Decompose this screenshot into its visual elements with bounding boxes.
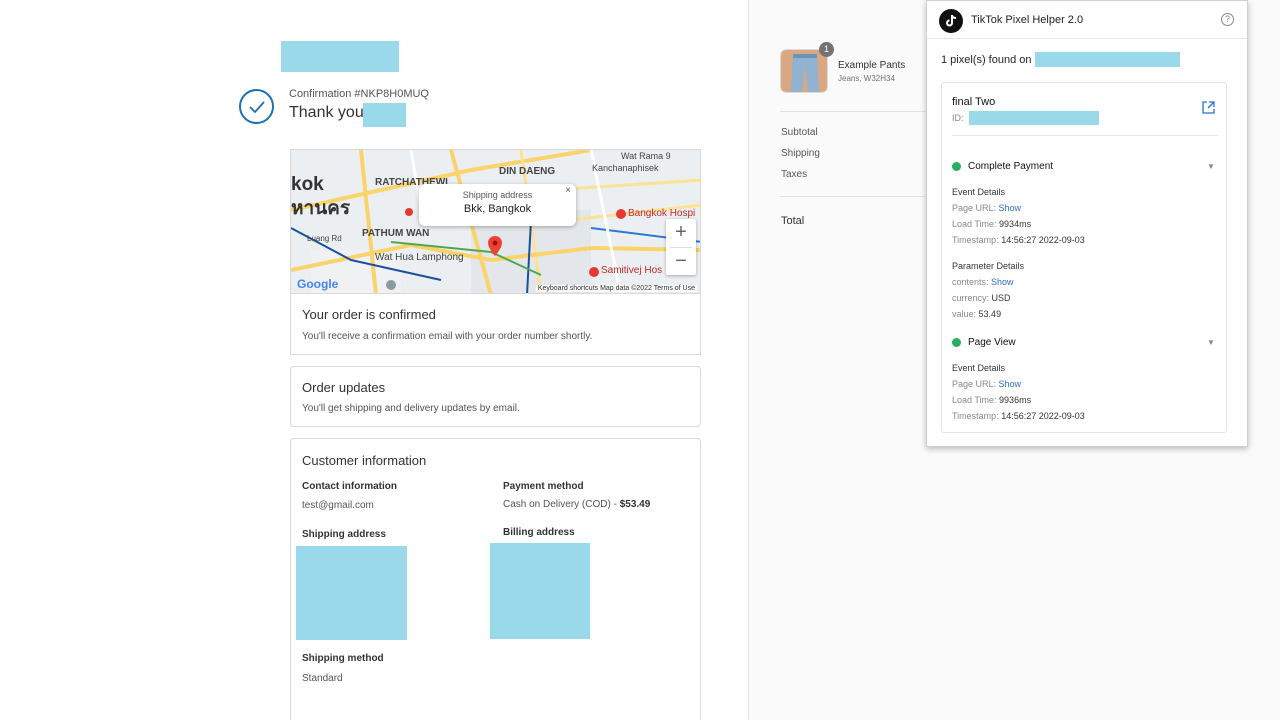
load-time-row: Load Time: 9934ms bbox=[952, 219, 1032, 229]
page-url-show-link[interactable]: Show bbox=[999, 203, 1022, 213]
timestamp-row: Timestamp: 14:56:27 2022-09-03 bbox=[952, 411, 1085, 421]
product-thumbnail bbox=[780, 49, 828, 93]
page-url-row: Page URL: Show bbox=[952, 203, 1022, 213]
product-variant: Jeans, W32H34 bbox=[838, 74, 895, 83]
map-label-din-daeng: DIN DAENG bbox=[499, 166, 556, 177]
product-name: Example Pants bbox=[838, 60, 906, 71]
site-url-redacted bbox=[1035, 52, 1180, 67]
zoom-out-button[interactable]: − bbox=[666, 248, 696, 276]
page-url-row: Page URL: Show bbox=[952, 379, 1022, 389]
load-time-row: Load Time: 9936ms bbox=[952, 395, 1032, 405]
shipping-address-label: Shipping address bbox=[302, 529, 386, 540]
map-label-kanchanaphisek: Kanchanaphisek bbox=[592, 163, 659, 173]
checkmark-icon bbox=[239, 89, 274, 124]
help-icon[interactable]: ? bbox=[1221, 13, 1234, 26]
confirmation-number: Confirmation #NKP8H0MUQ bbox=[289, 88, 429, 100]
thank-you-heading: Thank you bbox=[289, 104, 364, 121]
map-label-luang-rd: Luang Rd bbox=[307, 234, 342, 243]
payment-method-value: Cash on Delivery (COD) - $53.49 bbox=[503, 499, 651, 510]
payment-method-label: Payment method bbox=[503, 481, 584, 492]
currency-row: currency: USD bbox=[952, 293, 1011, 303]
timestamp-row: Timestamp: 14:56:27 2022-09-03 bbox=[952, 235, 1085, 245]
order-confirmed-card: Your order is confirmed You'll receive a… bbox=[290, 294, 701, 355]
extension-header: TikTok Pixel Helper 2.0 ? bbox=[927, 1, 1247, 39]
map-label-pathum-wan: PATHUM WAN bbox=[362, 228, 430, 239]
contents-show-link[interactable]: Show bbox=[991, 277, 1014, 287]
shipping-method-value: Standard bbox=[302, 673, 343, 684]
shipping-address-redacted bbox=[296, 546, 407, 640]
quantity-badge: 1 bbox=[819, 42, 834, 57]
extension-title: TikTok Pixel Helper 2.0 bbox=[971, 14, 1084, 26]
event-details-heading: Event Details bbox=[952, 363, 1006, 373]
contents-row: contents: Show bbox=[952, 277, 1014, 287]
shipping-map[interactable]: kok หานคร RATCHATHEWI DIN DAENG PATHUM W… bbox=[290, 149, 701, 294]
map-info-popup: Shipping address Bkk, Bangkok × bbox=[419, 184, 576, 226]
value-row: value: 53.49 bbox=[952, 309, 1002, 319]
total-label: Total bbox=[781, 215, 805, 227]
parameter-details-heading: Parameter Details bbox=[952, 261, 1025, 271]
order-updates-text: You'll get shipping and delivery updates… bbox=[302, 403, 520, 414]
event-details-heading: Event Details bbox=[952, 187, 1006, 197]
pixel-name: final Two bbox=[952, 96, 996, 108]
event-title: Complete Payment bbox=[968, 161, 1054, 172]
order-updates-title: Order updates bbox=[302, 380, 386, 395]
taxes-label: Taxes bbox=[781, 169, 808, 180]
pixel-card: final Two ID: Complete Payment ▼ Event D… bbox=[941, 82, 1227, 433]
map-label-bangkok-hospital: Bangkok Hospi bbox=[628, 208, 696, 219]
tiktok-pixel-helper-popup: TikTok Pixel Helper 2.0 ? 1 pixel(s) fou… bbox=[926, 0, 1248, 447]
map-label-samitivej: Samitivej Hos bbox=[601, 265, 663, 276]
customer-information-card: Customer information Contact information… bbox=[290, 438, 701, 720]
page-url-show-link[interactable]: Show bbox=[999, 379, 1022, 389]
checkout-main: Confirmation #NKP8H0MUQ Thank you kok หา… bbox=[0, 0, 748, 720]
pixels-found-text: 1 pixel(s) found on bbox=[941, 54, 1032, 66]
zoom-in-button[interactable]: + bbox=[666, 219, 696, 247]
customer-name-redacted bbox=[363, 103, 406, 127]
map-label-wat-hua-lamphong: Wat Hua Lamphong bbox=[375, 252, 464, 263]
map-label-wat-rama: Wat Rama 9 bbox=[621, 151, 671, 161]
chevron-down-icon[interactable]: ▼ bbox=[1207, 338, 1215, 347]
shipping-method-label: Shipping method bbox=[302, 653, 384, 664]
page: Confirmation #NKP8H0MUQ Thank you kok หา… bbox=[0, 0, 1280, 720]
contact-information-value: test@gmail.com bbox=[302, 500, 374, 511]
tiktok-logo-icon bbox=[939, 9, 963, 33]
chevron-down-icon[interactable]: ▼ bbox=[1207, 162, 1215, 171]
event-title: Page View bbox=[968, 337, 1016, 348]
pixel-id-label: ID: bbox=[952, 113, 964, 123]
map-zoom-control: + − bbox=[666, 219, 696, 275]
order-confirmed-title: Your order is confirmed bbox=[302, 307, 436, 322]
customer-information-title: Customer information bbox=[302, 453, 427, 468]
google-logo[interactable]: Google bbox=[297, 277, 338, 291]
location-pin-icon[interactable] bbox=[488, 236, 502, 261]
success-dot-icon bbox=[952, 338, 961, 347]
map-popup-label: Shipping address bbox=[462, 190, 533, 200]
pixel-id-redacted bbox=[969, 111, 1099, 125]
success-dot-icon bbox=[952, 162, 961, 171]
map-footer[interactable]: Keyboard shortcuts Map data ©2022 Terms … bbox=[535, 285, 697, 292]
map-popup-value: Bkk, Bangkok bbox=[463, 203, 532, 215]
close-icon[interactable]: × bbox=[565, 185, 571, 196]
order-updates-card: Order updates You'll get shipping and de… bbox=[290, 366, 701, 427]
shipping-label: Shipping bbox=[781, 148, 820, 159]
billing-address-redacted bbox=[490, 543, 590, 639]
map-label-thai: หานคร bbox=[291, 198, 351, 219]
order-confirmed-text: You'll receive a confirmation email with… bbox=[302, 331, 593, 342]
subtotal-label: Subtotal bbox=[781, 127, 818, 138]
contact-information-label: Contact information bbox=[302, 481, 397, 492]
store-logo-redacted bbox=[281, 41, 399, 72]
external-link-icon[interactable] bbox=[1202, 101, 1215, 119]
billing-address-label: Billing address bbox=[503, 527, 575, 538]
